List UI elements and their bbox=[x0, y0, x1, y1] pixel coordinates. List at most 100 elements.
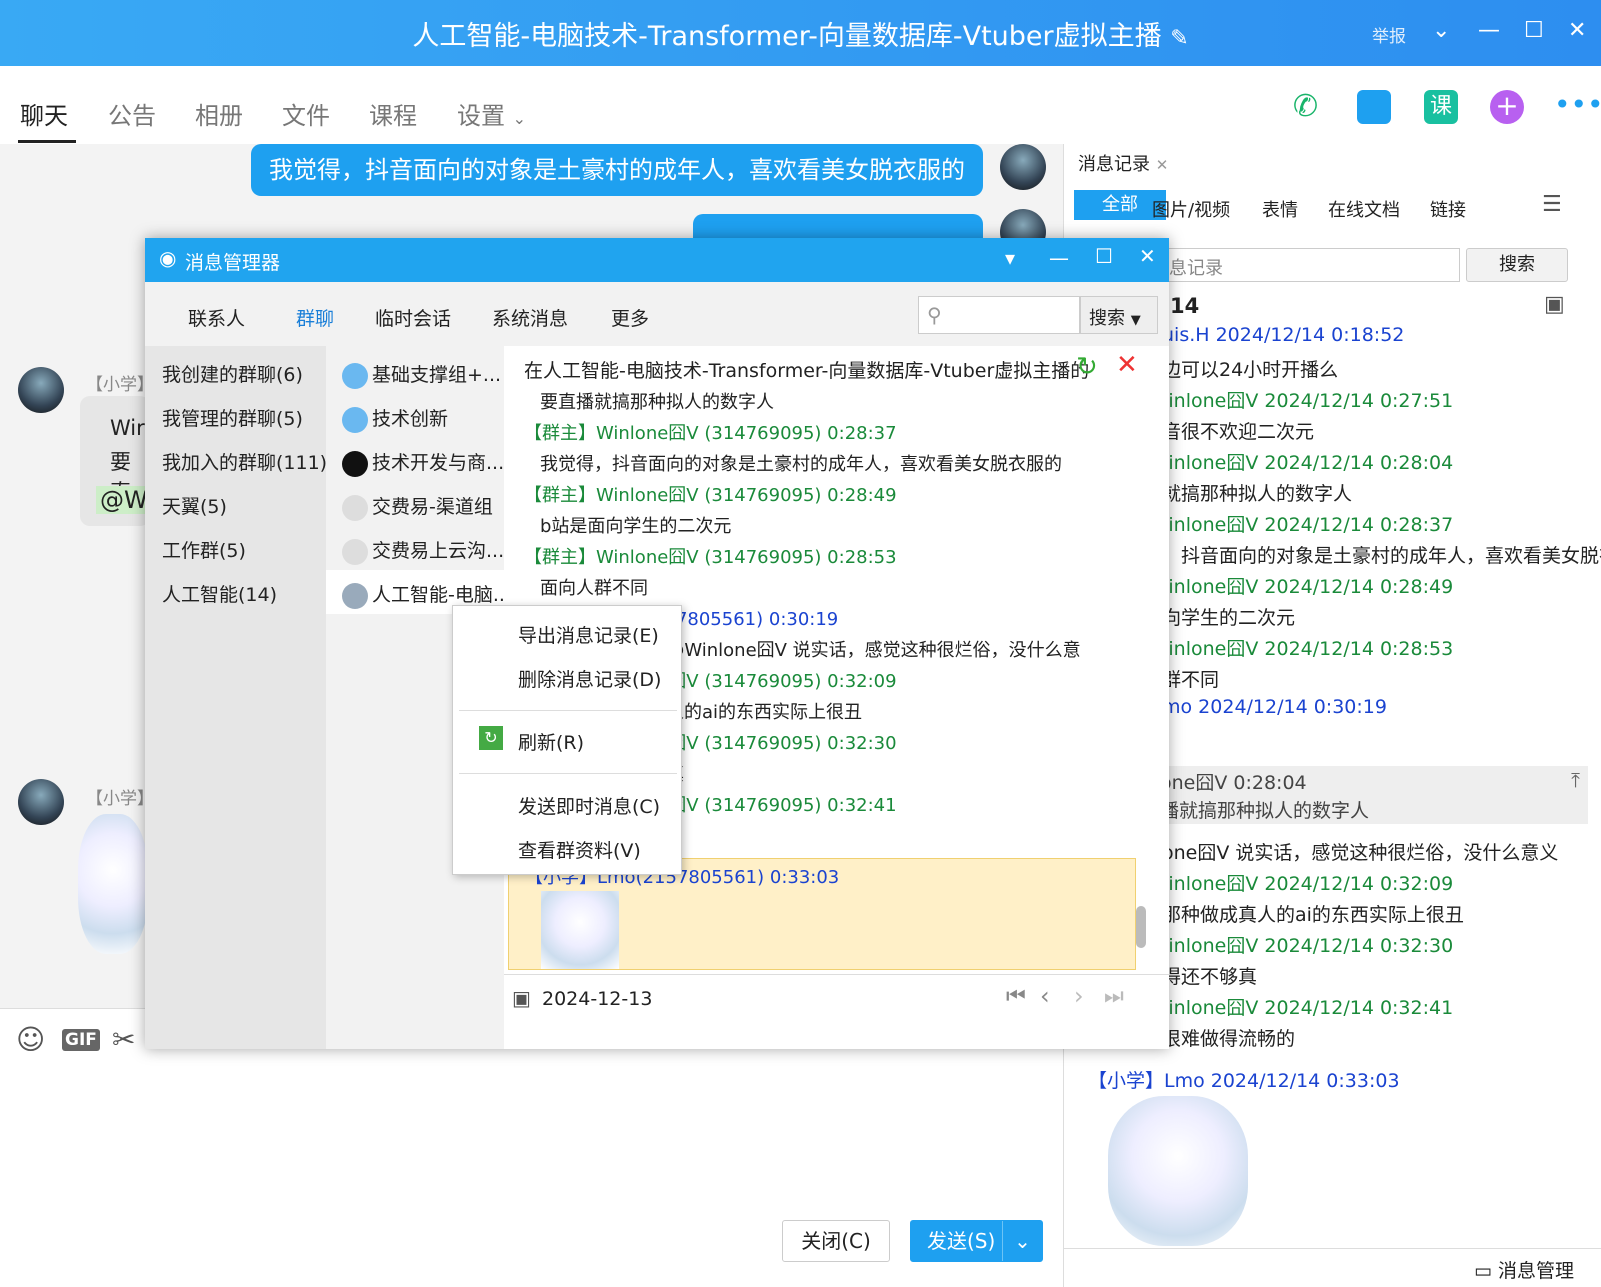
chevron-down-icon[interactable]: ▼ bbox=[1131, 313, 1141, 328]
message-line: 我觉得，抖音面向的对象是土豪村的成年人，喜欢看美女脱衣服的 bbox=[540, 454, 1062, 475]
calendar-icon[interactable]: ▣ bbox=[1544, 292, 1565, 317]
nav-contacts[interactable]: 联系人 bbox=[188, 304, 245, 331]
group-item[interactable]: 交费易-渠道组 bbox=[342, 492, 493, 521]
category-item[interactable]: 我管理的群聊(5) bbox=[162, 404, 303, 431]
history-last-header: 【小学】Lmo 2024/12/14 0:33:03 bbox=[1088, 1070, 1400, 1092]
category-list: 我创建的群聊(6) 我管理的群聊(5) 我加入的群聊(111) 天翼(5) 工作… bbox=[145, 346, 327, 1049]
dialog-search-button[interactable]: 搜索 ▼ bbox=[1080, 296, 1158, 334]
emoji-icon[interactable]: ☺ bbox=[16, 1023, 45, 1056]
dialog-search-input[interactable]: ⚲ bbox=[918, 296, 1080, 334]
group-item[interactable]: 基础支撑组+... bbox=[342, 360, 501, 389]
dialog-title-bar: ◉ 消息管理器 ▾ — ☐ ✕ bbox=[145, 238, 1169, 282]
quote-text: 播就搞那种拟人的数字人 bbox=[1160, 800, 1370, 822]
pin-top-icon[interactable]: ⤒ bbox=[1571, 768, 1580, 792]
next-page-icon[interactable]: › bbox=[1074, 982, 1084, 1010]
prev-page-icon[interactable]: ‹ bbox=[1040, 982, 1050, 1010]
scissors-icon[interactable]: ✂ bbox=[112, 1023, 135, 1056]
minimize-icon[interactable]: — bbox=[1478, 18, 1500, 43]
sender-tag: 【小学】 bbox=[86, 789, 154, 809]
menu-group-info[interactable]: 查看群资料(V) bbox=[518, 836, 641, 863]
sticker-image bbox=[78, 814, 148, 954]
tab-album[interactable]: 相册 bbox=[195, 96, 243, 131]
context-menu: 导出消息记录(E) 删除消息记录(D) ↻ 刷新(R) 发送即时消息(C) 查看… bbox=[452, 605, 682, 875]
message-text: Wir bbox=[110, 416, 145, 440]
phone-icon[interactable]: ✆ bbox=[1293, 90, 1327, 124]
chevron-down-icon[interactable]: ⌄ bbox=[1002, 1221, 1042, 1261]
message-manager-link[interactable]: ▭ 消息管理 bbox=[1474, 1256, 1574, 1283]
history-line: /inlone囧V 2024/12/14 0:28:04 bbox=[1162, 452, 1454, 474]
search-icon: ⚲ bbox=[927, 303, 942, 327]
close-icon[interactable]: ✕ bbox=[1156, 156, 1169, 174]
minimize-icon[interactable]: — bbox=[1049, 246, 1069, 270]
category-item[interactable]: 工作群(5) bbox=[162, 536, 246, 563]
category-item[interactable]: 我加入的群聊(111) bbox=[162, 448, 327, 475]
history-line: 向学生的二次元 bbox=[1162, 607, 1296, 629]
nav-more[interactable]: 更多 bbox=[611, 304, 649, 331]
nav-group-chats[interactable]: 群聊 bbox=[296, 304, 334, 331]
nav-temp-sessions[interactable]: 临时会话 bbox=[375, 304, 451, 331]
history-search-input[interactable]: 息记录 bbox=[1164, 248, 1460, 282]
sticker-image bbox=[541, 891, 619, 969]
send-button[interactable]: 发送(S) ⌄ bbox=[910, 1220, 1043, 1262]
calendar-icon[interactable]: ▣ bbox=[512, 986, 531, 1010]
history-line: /inlone囧V 2024/12/14 0:28:37 bbox=[1162, 514, 1454, 536]
close-button[interactable]: 关闭(C) bbox=[782, 1220, 890, 1262]
scrollbar[interactable] bbox=[1134, 386, 1148, 956]
menu-refresh[interactable]: 刷新(R) bbox=[518, 728, 584, 755]
tab-course[interactable]: 课程 bbox=[369, 96, 417, 131]
history-line: mo 2024/12/14 0:30:19 bbox=[1162, 696, 1387, 718]
menu-separator bbox=[459, 773, 677, 774]
history-line: 就搞那种拟人的数字人 bbox=[1162, 483, 1353, 505]
report-link[interactable]: 举报 bbox=[1372, 22, 1406, 47]
filter-docs[interactable]: 在线文档 bbox=[1328, 196, 1400, 222]
add-icon[interactable]: + bbox=[1490, 90, 1524, 124]
last-page-icon[interactable]: ⏭ bbox=[1104, 984, 1124, 1009]
close-icon[interactable]: ✕ bbox=[1116, 350, 1138, 380]
message-line: 要直播就搞那种拟人的数字人 bbox=[540, 392, 774, 413]
tab-announcement[interactable]: 公告 bbox=[108, 96, 156, 131]
refresh-icon[interactable]: ↻ bbox=[1076, 352, 1098, 382]
avatar bbox=[18, 779, 64, 825]
edit-title-icon[interactable]: ✎ bbox=[1170, 26, 1188, 51]
chevron-down-icon[interactable]: ▾ bbox=[1005, 246, 1015, 270]
course-icon[interactable]: 课 bbox=[1424, 90, 1458, 124]
history-search-button[interactable]: 搜索 bbox=[1466, 248, 1568, 282]
history-line: /inlone囧V 2024/12/14 0:28:49 bbox=[1162, 576, 1454, 598]
category-item[interactable]: 我创建的群聊(6) bbox=[162, 360, 303, 387]
history-line: 那种做成真人的ai的东西实际上很丑 bbox=[1162, 904, 1464, 926]
tab-files[interactable]: 文件 bbox=[282, 96, 330, 131]
window-title: 人工智能-电脑技术-Transformer-向量数据库-Vtuber虚拟主播 ✎ bbox=[412, 21, 1189, 52]
dialog-title: 消息管理器 bbox=[185, 252, 281, 274]
menu-delete[interactable]: 删除消息记录(D) bbox=[518, 665, 661, 692]
close-icon[interactable]: ✕ bbox=[1568, 18, 1586, 43]
filter-emoji[interactable]: 表情 bbox=[1262, 196, 1298, 222]
message-line: 【群主】Winlone囧V (314769095) 0:28:49 bbox=[524, 485, 897, 506]
input-area[interactable]: ☺ GIF ✂ 关闭(C) 发送(S) ⌄ bbox=[0, 1008, 1063, 1287]
nav-system-messages[interactable]: 系统消息 bbox=[492, 304, 568, 331]
history-tab[interactable]: 消息记录 ✕ bbox=[1078, 150, 1168, 176]
category-item[interactable]: 人工智能(14) bbox=[162, 580, 277, 607]
history-line: /inlone囧V 2024/12/14 0:32:41 bbox=[1162, 997, 1454, 1019]
gif-icon[interactable]: GIF bbox=[62, 1029, 100, 1051]
close-icon[interactable]: ✕ bbox=[1139, 244, 1156, 268]
history-line: 边可以24小时开播么 bbox=[1162, 359, 1339, 381]
filter-icon[interactable]: ☰ bbox=[1542, 192, 1562, 217]
tab-settings[interactable]: 设置 ⌄ bbox=[457, 96, 526, 131]
message-line: 【群主】Winlone囧V (314769095) 0:28:37 bbox=[524, 423, 897, 444]
maximize-icon[interactable]: ☐ bbox=[1095, 244, 1113, 268]
filter-links[interactable]: 链接 bbox=[1430, 196, 1466, 222]
menu-send-message[interactable]: 发送即时消息(C) bbox=[518, 792, 660, 819]
filter-media[interactable]: 图片/视频 bbox=[1152, 196, 1230, 222]
chevron-down-icon[interactable]: ⌄ bbox=[1432, 18, 1450, 43]
group-item[interactable]: 技术开发与商... bbox=[342, 448, 504, 477]
group-item[interactable]: 交费易上云沟... bbox=[342, 536, 504, 565]
penguin-icon: ◉ bbox=[159, 246, 177, 270]
more-icon[interactable]: ••• bbox=[1554, 90, 1601, 124]
maximize-icon[interactable]: ☐ bbox=[1524, 18, 1544, 43]
group-item[interactable]: 技术创新 bbox=[342, 404, 448, 433]
category-item[interactable]: 天翼(5) bbox=[162, 492, 227, 519]
video-icon[interactable] bbox=[1357, 90, 1391, 124]
first-page-icon[interactable]: ⏮ bbox=[1006, 984, 1026, 1009]
tab-chat[interactable]: 聊天 bbox=[20, 96, 68, 131]
menu-export[interactable]: 导出消息记录(E) bbox=[518, 621, 659, 648]
